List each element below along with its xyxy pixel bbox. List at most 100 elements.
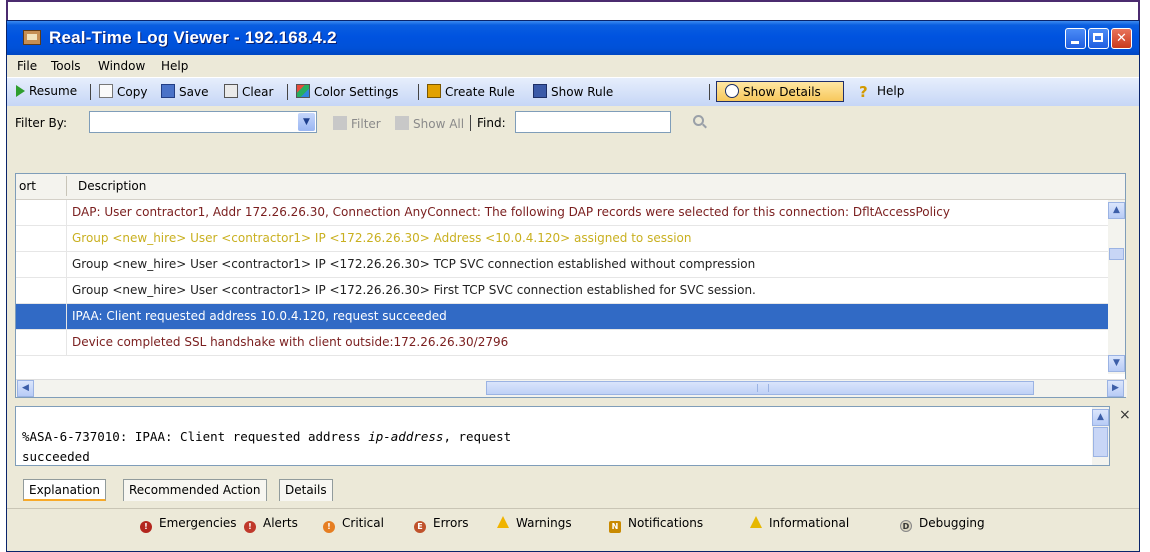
maximize-icon [1093, 33, 1103, 42]
show-details-label: Show Details [743, 85, 821, 99]
details-icon [725, 84, 739, 98]
save-button[interactable]: Save [161, 84, 208, 99]
create-rule-label: Create Rule [445, 85, 515, 99]
description-cell: Group <new_hire> User <contractor1> IP <… [72, 283, 756, 297]
filter-icon [333, 116, 347, 130]
vertical-scrollbar[interactable]: ▲ ▼ [1108, 200, 1125, 374]
port-cell [16, 278, 67, 303]
log-table: ort Description DAP: User contractor1, A… [15, 173, 1127, 398]
column-header-port[interactable]: ort [19, 179, 36, 193]
table-row[interactable]: Group <new_hire> User <contractor1> IP <… [16, 226, 1109, 252]
scroll-right-button[interactable]: ▶ [1107, 380, 1124, 397]
chevron-up-icon: ▲ [1097, 412, 1104, 422]
help-button[interactable]: ? Help [859, 84, 904, 100]
show-details-button[interactable]: Show Details [716, 81, 844, 102]
critical-icon: ! [323, 521, 335, 533]
port-cell [16, 252, 67, 277]
legend-informational: Informational [750, 516, 849, 530]
scroll-up-button[interactable]: ▲ [1108, 202, 1125, 219]
table-row[interactable]: Device completed SSL handshake with clie… [16, 330, 1109, 356]
table-row-selected[interactable]: IPAA: Client requested address 10.0.4.12… [16, 304, 1109, 330]
table-header: ort Description [16, 174, 1125, 200]
message-text-prefix: %ASA-6-737010: IPAA: Client requested ad… [22, 429, 369, 444]
filter-separator [470, 115, 471, 131]
legend-label: Informational [769, 516, 850, 530]
column-divider[interactable] [66, 176, 67, 196]
legend-label: Emergencies [159, 516, 237, 530]
table-row[interactable]: Group <new_hire> User <contractor1> IP <… [16, 278, 1109, 304]
minimize-icon [1071, 41, 1079, 44]
severity-legend: ! Emergencies ! Alerts ! Critical E Errors W… [7, 508, 1139, 534]
message-text-line2: succeeded [22, 449, 90, 464]
resume-label: Resume [29, 84, 78, 98]
table-row[interactable]: Group <new_hire> User <contractor1> IP <… [16, 252, 1109, 278]
column-header-description[interactable]: Description [78, 179, 146, 193]
save-icon [161, 84, 175, 98]
menu-file[interactable]: File [17, 59, 37, 73]
details-scroll-thumb[interactable] [1093, 427, 1108, 457]
port-cell [16, 304, 67, 329]
toolbar: Resume Copy Save Clear Color Settings Cr… [7, 77, 1139, 107]
legend-emergencies: ! Emergencies [140, 516, 237, 533]
color-settings-label: Color Settings [314, 85, 399, 99]
menu-window[interactable]: Window [98, 59, 145, 73]
chevron-down-icon: ▼ [1113, 358, 1120, 368]
toolbar-separator [709, 84, 710, 100]
legend-warnings: Warnings [497, 516, 572, 530]
log-viewer-window: Real-Time Log Viewer - 192.168.4.2 ✕ Fil… [6, 20, 1140, 552]
table-row[interactable]: DAP: User contractor1, Addr 172.26.26.30… [16, 200, 1109, 226]
legend-label: Errors [433, 516, 469, 530]
copy-button[interactable]: Copy [99, 84, 147, 99]
filter-bar: Filter By: ▼ Filter Show All Find: [7, 106, 1139, 140]
filter-by-select[interactable]: ▼ [89, 111, 317, 133]
maximize-button[interactable] [1088, 28, 1109, 49]
color-settings-button[interactable]: Color Settings [296, 84, 398, 99]
create-rule-icon [427, 84, 441, 98]
horizontal-scrollbar[interactable]: ◀ ▶ [16, 379, 1127, 397]
description-cell: DAP: User contractor1, Addr 172.26.26.30… [72, 205, 950, 219]
horizontal-scroll-thumb[interactable] [486, 381, 1034, 395]
tab-recommended-action[interactable]: Recommended Action [123, 479, 267, 501]
details-scrollbar[interactable]: ▲ [1092, 407, 1109, 465]
show-rule-button[interactable]: Show Rule [533, 84, 613, 99]
title-bar[interactable]: Real-Time Log Viewer - 192.168.4.2 ✕ [7, 21, 1139, 55]
toolbar-separator [418, 84, 419, 100]
filter-by-label: Filter By: [15, 116, 68, 130]
details-scroll-up[interactable]: ▲ [1092, 409, 1109, 426]
menu-tools[interactable]: Tools [51, 59, 81, 73]
close-window-button[interactable]: ✕ [1111, 28, 1132, 49]
clear-icon [224, 84, 238, 98]
description-cell: IPAA: Client requested address 10.0.4.12… [72, 309, 447, 323]
alert-icon: ! [244, 521, 256, 533]
search-icon[interactable] [693, 115, 704, 126]
grip-icon [757, 384, 769, 392]
close-details-icon[interactable]: × [1119, 407, 1131, 423]
scroll-left-button[interactable]: ◀ [17, 380, 34, 397]
emergency-icon: ! [140, 521, 152, 533]
tab-details[interactable]: Details [279, 479, 333, 501]
message-text-suffix: , request [443, 429, 512, 444]
show-all-button[interactable]: Show All [395, 116, 464, 131]
chevron-down-icon[interactable]: ▼ [298, 113, 315, 131]
chevron-up-icon: ▲ [1113, 205, 1120, 215]
description-cell: Device completed SSL handshake with clie… [72, 335, 509, 349]
scroll-down-button[interactable]: ▼ [1108, 355, 1125, 372]
port-cell [16, 200, 67, 225]
copy-icon [99, 84, 113, 98]
vertical-scroll-thumb[interactable] [1109, 248, 1124, 260]
resume-button[interactable]: Resume [16, 84, 77, 98]
filter-button[interactable]: Filter [333, 116, 381, 131]
show-all-label: Show All [413, 117, 465, 131]
find-input[interactable] [515, 111, 671, 133]
tab-explanation[interactable]: Explanation [23, 479, 106, 501]
chevron-right-icon: ▶ [1112, 383, 1119, 393]
toolbar-separator [90, 84, 91, 100]
legend-label: Warnings [516, 516, 572, 530]
clear-button[interactable]: Clear [224, 84, 273, 99]
clear-label: Clear [242, 85, 274, 99]
minimize-button[interactable] [1065, 28, 1086, 49]
close-icon: ✕ [1116, 31, 1127, 46]
create-rule-button[interactable]: Create Rule [427, 84, 515, 99]
menu-help[interactable]: Help [161, 59, 188, 73]
details-pane: %ASA-6-737010: IPAA: Client requested ad… [15, 406, 1110, 466]
